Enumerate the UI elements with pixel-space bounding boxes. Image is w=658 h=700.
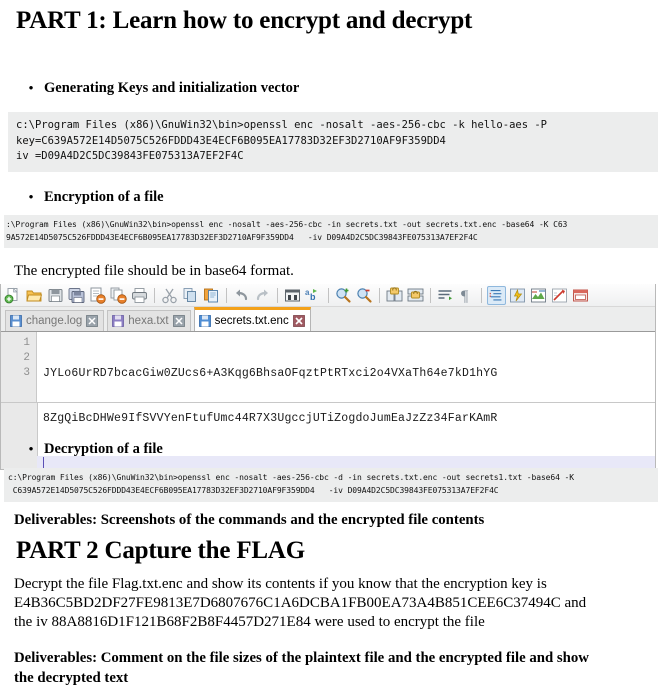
line-number-gutter-lower [1,403,38,469]
editor-text-area[interactable]: 1 2 3 JYLo6UrRD7bcacGiw0ZUcs6+A3Kqg6Bhsa… [1,332,655,471]
open-file-icon[interactable] [25,286,44,305]
toolbar-separator [226,287,227,303]
indent-guide-icon[interactable] [487,285,506,305]
document-page: PART 1: Learn how to encrypt and decrypt… [0,0,658,700]
line-number: 2 [23,352,30,364]
bullet-encryption: • Encryption of a file [18,189,164,206]
close-all-icon[interactable] [109,286,128,305]
close-icon[interactable] [292,314,305,327]
find-icon[interactable] [283,286,302,305]
undo-icon[interactable] [232,286,251,305]
close-icon[interactable] [172,315,185,327]
function-list-icon[interactable] [550,286,569,305]
sync-horizontal-icon[interactable] [406,286,425,305]
user-defined-dialog-icon[interactable] [508,286,527,305]
base64-note: The encrypted file should be in base64 f… [14,263,294,279]
bullet-dot-icon: • [28,441,34,456]
line-number: 3 [23,367,30,379]
paste-icon[interactable] [202,286,221,305]
new-file-icon[interactable] [4,286,23,305]
word-wrap-icon[interactable] [436,286,455,305]
editor-toolbar: ab ¶ [1,284,655,307]
toolbar-separator [277,287,278,303]
tab-change-log[interactable]: change.log [5,310,105,331]
bullet-generating-keys-label: Generating Keys and initialization vecto… [44,80,300,96]
sync-vertical-icon[interactable] [385,286,404,305]
part2-title: PART 2 Capture the FLAG [16,537,305,564]
part2-heading: PART 2 Capture the FLAG [16,537,305,565]
toolbar-separator [481,287,482,303]
code-block-encrypt: :\Program Files (x86)\GnuWin32\bin>opens… [4,215,658,248]
bullet-decryption-label: Decryption of a file [44,441,163,457]
svg-text:¶: ¶ [461,288,469,305]
editor-line-1: JYLo6UrRD7bcacGiw0ZUcs6+A3Kqg6BhsaOFqztP… [43,367,498,380]
svg-text:b: b [310,292,316,302]
page-title: PART 1: Learn how to encrypt and decrypt [16,7,473,34]
folder-workspace-icon[interactable] [571,286,590,305]
zoom-out-icon[interactable] [355,286,374,305]
editor-line-2: 8ZgQiBcDHWe9IfSVVYenFtufUmc44R7X3UgccjUT… [43,412,498,425]
tab-hexa-txt[interactable]: hexa.txt [107,310,191,331]
save-disk-icon [10,315,22,327]
part2-body-line-1: Decrypt the file Flag.txt.enc and show i… [14,576,547,592]
tab-label: hexa.txt [128,315,169,327]
code-block-decrypt: c:\Program Files (x86)\GnuWin32\bin>open… [4,468,658,502]
part2-body-line-2: E4B36C5BD2DF27FE9813E7D6807676C1A6DCBA1F… [14,595,587,611]
part2-body: Decrypt the file Flag.txt.enc and show i… [14,575,654,632]
copy-icon[interactable] [181,286,200,305]
bullet-encryption-label: Encryption of a file [44,189,164,205]
deliverables-part1: Deliverables: Screenshots of the command… [14,512,485,528]
toolbar-separator [379,287,380,303]
toolbar-separator [328,287,329,303]
save-disk-icon [112,315,125,327]
document-map-icon[interactable] [529,286,548,305]
bullet-dot-icon: • [28,80,34,95]
save-icon[interactable] [46,286,65,305]
editor-content[interactable]: JYLo6UrRD7bcacGiw0ZUcs6+A3Kqg6BhsaOFqztP… [37,332,655,471]
tab-label: change.log [26,315,83,327]
save-all-icon[interactable] [67,286,86,305]
replace-icon[interactable]: ab [304,286,323,305]
print-icon[interactable] [130,286,149,305]
bullet-dot-icon: • [28,189,34,204]
line-number-gutter: 1 2 3 [1,332,37,402]
editor-tab-bar: change.log hexa.txt secrets.txt.enc [1,307,655,332]
toolbar-separator [154,287,155,303]
show-all-chars-icon[interactable]: ¶ [457,286,476,305]
tab-label: secrets.txt.enc [214,314,289,327]
save-disk-icon [198,314,211,327]
code-block-keygen: c:\Program Files (x86)\GnuWin32\bin>open… [8,112,658,172]
deliverables-part2: Deliverables: Comment on the file sizes … [14,648,654,688]
redo-icon[interactable] [253,286,272,305]
zoom-in-icon[interactable] [334,286,353,305]
deliverables-part2-line-2: the decrypted text [14,670,129,686]
close-icon[interactable] [86,315,99,327]
part1-heading: PART 1: Learn how to encrypt and decrypt [16,7,472,35]
toolbar-separator [430,287,431,303]
bullet-decryption: • Decryption of a file [18,441,163,458]
deliverables-part2-line-1: Deliverables: Comment on the file sizes … [14,650,589,666]
cut-icon[interactable] [160,286,179,305]
tab-secrets-txt-enc[interactable]: secrets.txt.enc [193,307,311,331]
line-number: 1 [23,337,30,349]
bullet-generating-keys: • Generating Keys and initialization vec… [18,80,300,97]
close-file-icon[interactable] [88,286,107,305]
part2-body-line-3: the iv 88A8816D1F121B68F2B8F4457D271E84 … [14,614,485,630]
